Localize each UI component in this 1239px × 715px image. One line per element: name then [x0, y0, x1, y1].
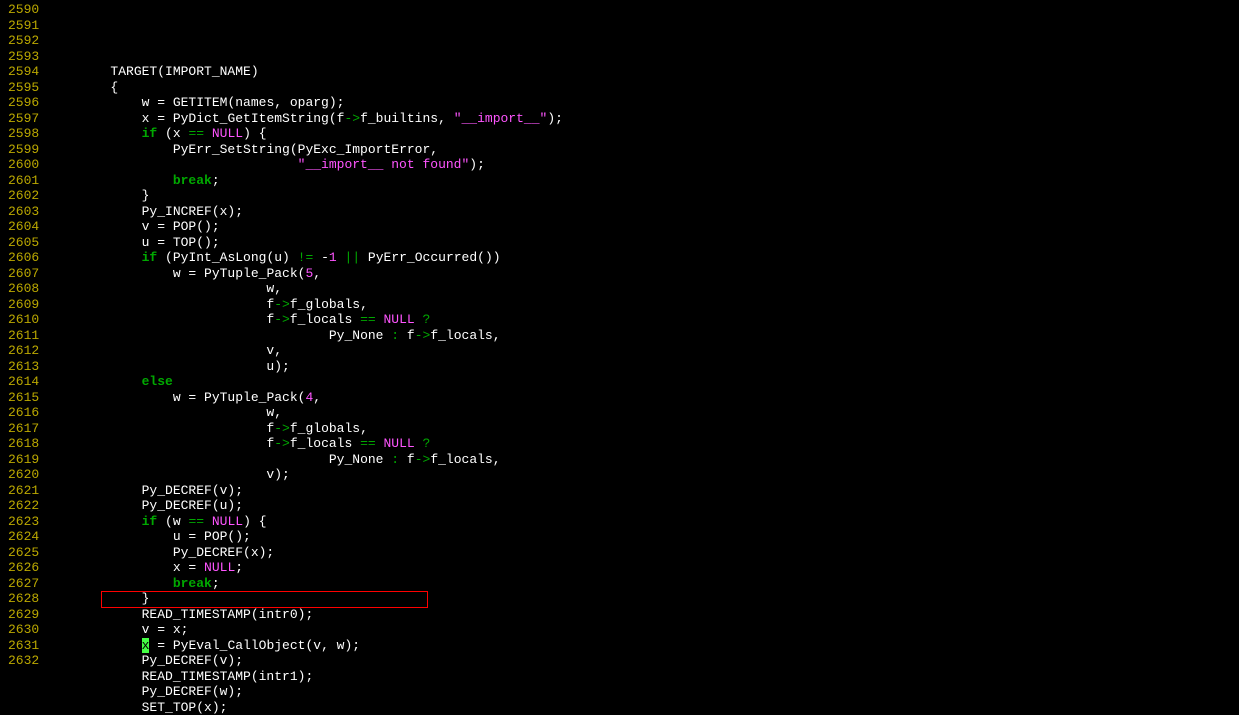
- code-line[interactable]: if (x == NULL) {: [48, 126, 1239, 142]
- line-number: 2605: [8, 235, 48, 251]
- code-line[interactable]: x = NULL;: [48, 560, 1239, 576]
- code-line[interactable]: v = x;: [48, 622, 1239, 638]
- line-number: 2627: [8, 576, 48, 592]
- cursor-block: x: [142, 638, 150, 653]
- code-line[interactable]: w = PyTuple_Pack(4,: [48, 390, 1239, 406]
- line-number: 2631: [8, 638, 48, 654]
- code-line[interactable]: READ_TIMESTAMP(intr1);: [48, 669, 1239, 685]
- line-number: 2615: [8, 390, 48, 406]
- line-number: 2595: [8, 80, 48, 96]
- code-line[interactable]: x = PyDict_GetItemString(f->f_builtins, …: [48, 111, 1239, 127]
- line-number: 2632: [8, 653, 48, 669]
- code-line[interactable]: READ_TIMESTAMP(intr0);: [48, 607, 1239, 623]
- code-line[interactable]: u = POP();: [48, 529, 1239, 545]
- line-number-gutter: 2590259125922593259425952596259725982599…: [0, 2, 48, 715]
- code-line[interactable]: v);: [48, 467, 1239, 483]
- line-number: 2593: [8, 49, 48, 65]
- line-number: 2592: [8, 33, 48, 49]
- code-line[interactable]: w = GETITEM(names, oparg);: [48, 95, 1239, 111]
- code-line[interactable]: u = TOP();: [48, 235, 1239, 251]
- code-line[interactable]: Py_DECREF(x);: [48, 545, 1239, 561]
- code-line[interactable]: w,: [48, 281, 1239, 297]
- code-line[interactable]: v = POP();: [48, 219, 1239, 235]
- line-number: 2626: [8, 560, 48, 576]
- line-number: 2616: [8, 405, 48, 421]
- code-line[interactable]: break;: [48, 576, 1239, 592]
- code-line[interactable]: break;: [48, 173, 1239, 189]
- code-line[interactable]: x = PyEval_CallObject(v, w);: [48, 638, 1239, 654]
- line-number: 2629: [8, 607, 48, 623]
- code-line[interactable]: "__import__ not found");: [48, 157, 1239, 173]
- line-number: 2624: [8, 529, 48, 545]
- line-number: 2609: [8, 297, 48, 313]
- code-line[interactable]: Py_DECREF(u);: [48, 498, 1239, 514]
- line-number: 2625: [8, 545, 48, 561]
- line-number: 2612: [8, 343, 48, 359]
- code-line[interactable]: f->f_globals,: [48, 421, 1239, 437]
- code-line[interactable]: Py_DECREF(w);: [48, 684, 1239, 700]
- line-number: 2622: [8, 498, 48, 514]
- code-line[interactable]: f->f_locals == NULL ?: [48, 436, 1239, 452]
- code-line[interactable]: [48, 49, 1239, 65]
- code-line[interactable]: Py_DECREF(v);: [48, 653, 1239, 669]
- line-number: 2617: [8, 421, 48, 437]
- line-number: 2608: [8, 281, 48, 297]
- code-line[interactable]: }: [48, 591, 1239, 607]
- code-area[interactable]: TARGET(IMPORT_NAME) { w = GETITEM(names,…: [48, 2, 1239, 715]
- code-line[interactable]: u);: [48, 359, 1239, 375]
- code-line[interactable]: f->f_globals,: [48, 297, 1239, 313]
- line-number: 2606: [8, 250, 48, 266]
- code-line[interactable]: Py_None : f->f_locals,: [48, 452, 1239, 468]
- line-number: 2601: [8, 173, 48, 189]
- code-line[interactable]: TARGET(IMPORT_NAME): [48, 64, 1239, 80]
- line-number: 2598: [8, 126, 48, 142]
- line-number: 2614: [8, 374, 48, 390]
- line-number: 2597: [8, 111, 48, 127]
- code-line[interactable]: f->f_locals == NULL ?: [48, 312, 1239, 328]
- code-line[interactable]: PyErr_SetString(PyExc_ImportError,: [48, 142, 1239, 158]
- line-number: 2596: [8, 95, 48, 111]
- code-line[interactable]: if (w == NULL) {: [48, 514, 1239, 530]
- code-line[interactable]: Py_INCREF(x);: [48, 204, 1239, 220]
- code-editor[interactable]: 2590259125922593259425952596259725982599…: [0, 0, 1239, 715]
- code-line[interactable]: }: [48, 188, 1239, 204]
- line-number: 2620: [8, 467, 48, 483]
- line-number: 2590: [8, 2, 48, 18]
- line-number: 2613: [8, 359, 48, 375]
- code-line[interactable]: Py_DECREF(v);: [48, 483, 1239, 499]
- line-number: 2600: [8, 157, 48, 173]
- code-line[interactable]: Py_None : f->f_locals,: [48, 328, 1239, 344]
- line-number: 2599: [8, 142, 48, 158]
- code-line[interactable]: {: [48, 80, 1239, 96]
- line-number: 2621: [8, 483, 48, 499]
- code-line[interactable]: w = PyTuple_Pack(5,: [48, 266, 1239, 282]
- line-number: 2607: [8, 266, 48, 282]
- line-number: 2591: [8, 18, 48, 34]
- code-line[interactable]: else: [48, 374, 1239, 390]
- line-number: 2610: [8, 312, 48, 328]
- line-number: 2623: [8, 514, 48, 530]
- line-number: 2602: [8, 188, 48, 204]
- code-line[interactable]: w,: [48, 405, 1239, 421]
- line-number: 2619: [8, 452, 48, 468]
- line-number: 2628: [8, 591, 48, 607]
- line-number: 2603: [8, 204, 48, 220]
- code-line[interactable]: v,: [48, 343, 1239, 359]
- code-line[interactable]: if (PyInt_AsLong(u) != -1 || PyErr_Occur…: [48, 250, 1239, 266]
- line-number: 2594: [8, 64, 48, 80]
- line-number: 2618: [8, 436, 48, 452]
- line-number: 2630: [8, 622, 48, 638]
- line-number: 2604: [8, 219, 48, 235]
- line-number: 2611: [8, 328, 48, 344]
- code-line[interactable]: SET_TOP(x);: [48, 700, 1239, 715]
